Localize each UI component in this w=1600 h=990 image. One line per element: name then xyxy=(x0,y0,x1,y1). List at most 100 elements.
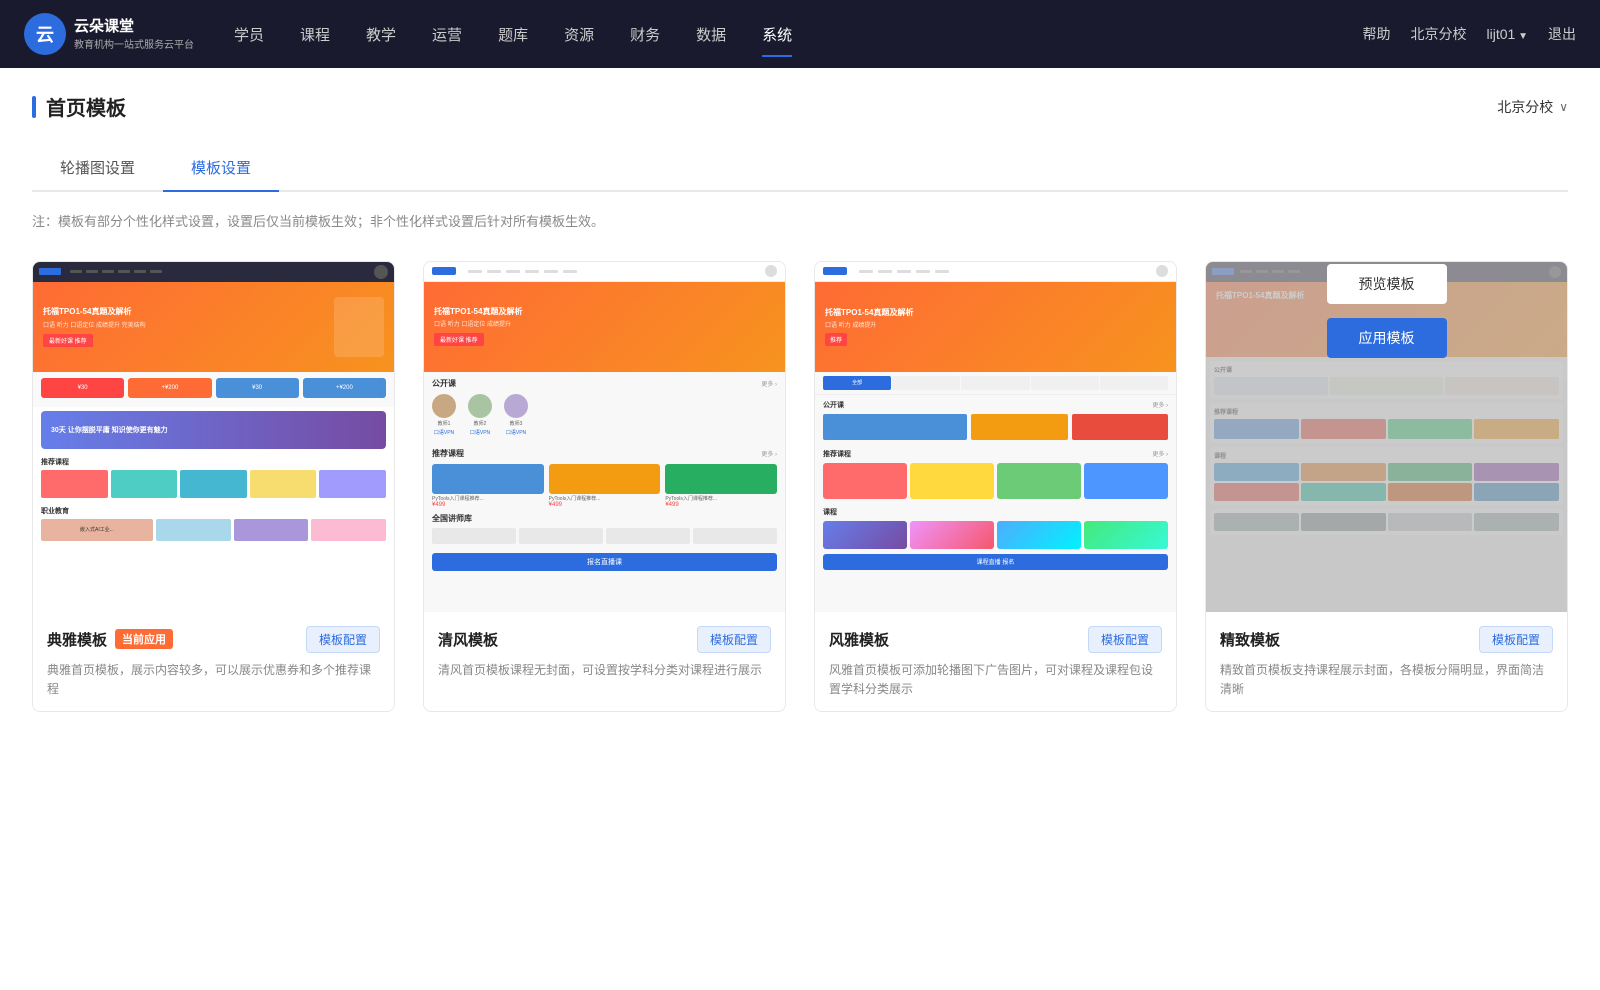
t3-nav-links xyxy=(859,270,949,273)
logo-main-text: 云朵课堂 xyxy=(74,18,194,36)
t1-rec-card xyxy=(319,470,386,498)
t2-avatar xyxy=(765,265,777,277)
nav-item-courses[interactable]: 课程 xyxy=(300,20,330,49)
t2-lec-card xyxy=(432,528,516,544)
t1-banner: 托福TPO1-54真题及解析 口语 听力 口语定位 成绩提升 完美结构 最新好课… xyxy=(33,282,394,372)
t3-tab-active: 全部 xyxy=(823,376,891,390)
t4-pub-row xyxy=(1214,377,1559,395)
template-2-name-row: 清风模板 模板配置 xyxy=(438,626,771,653)
template-4-apply-btn[interactable]: 应用模板 xyxy=(1327,318,1447,358)
template-2-config-btn[interactable]: 模板配置 xyxy=(697,626,771,653)
t1-logo xyxy=(39,268,61,275)
template-1-footer: 典雅模板 当前应用 模板配置 典雅首页模板，展示内容较多，可以展示优惠券和多个推… xyxy=(33,612,394,711)
template-3-config-btn[interactable]: 模板配置 xyxy=(1088,626,1162,653)
t1-banner-btn: 最新好课 推荐 xyxy=(43,334,93,347)
t2-nav-link xyxy=(506,270,520,273)
template-3-name-text: 风雅模板 xyxy=(829,629,889,650)
template-1-name-row: 典雅模板 当前应用 模板配置 xyxy=(47,626,380,653)
nav-branch[interactable]: 北京分校 xyxy=(1411,24,1467,44)
t3-pub-more: 更多 › xyxy=(1152,400,1168,409)
t3-avatar xyxy=(1156,265,1168,277)
t3-pub-hdr: 公开课 更多 › xyxy=(823,400,1168,410)
nav-logout[interactable]: 退出 xyxy=(1548,24,1576,44)
template-4-config-btn[interactable]: 模板配置 xyxy=(1479,626,1553,653)
nav-item-resources[interactable]: 资源 xyxy=(564,20,594,49)
template-4-desc: 精致首页模板支持课程展示封面，各模板分隔明显，界面简洁清晰 xyxy=(1220,661,1553,699)
t3-rec-hdr: 推荐课程 更多 › xyxy=(823,449,1168,459)
t3-rec-title: 推荐课程 xyxy=(823,449,851,459)
template-4-name-text: 精致模板 xyxy=(1220,629,1280,650)
t3-course-card xyxy=(997,521,1081,549)
t4-extra-item xyxy=(1301,513,1386,531)
t2-rec-price: ¥499 xyxy=(549,502,661,508)
t2-rec-row: PyTools入门课程推荐... ¥499 PyTools入门课程推荐... ¥… xyxy=(432,464,777,509)
t1-coupon-text: +¥200 xyxy=(336,385,353,391)
t1-rec-card xyxy=(180,470,247,498)
t2-rec-course: PyTools入门课程推荐... ¥499 xyxy=(432,464,544,509)
nav-item-finance[interactable]: 财务 xyxy=(630,20,660,49)
template-2-name-text: 清风模板 xyxy=(438,629,498,650)
t1-nav-links xyxy=(70,270,162,273)
t2-nav-link xyxy=(468,270,482,273)
t4-course-item xyxy=(1301,483,1386,501)
t3-banner: 托福TPO1-54真题及解析 口语 听力 成绩提升 推荐 xyxy=(815,282,1176,372)
tab-template[interactable]: 模板设置 xyxy=(163,145,279,192)
t2-banner-sub: 口语 听力 口语定位 成绩提升 xyxy=(434,319,522,328)
t2-recommend-section: 推荐课程 更多 › PyTools入门课程推荐... ¥499 PyTools入… xyxy=(424,448,785,514)
tab-carousel[interactable]: 轮播图设置 xyxy=(32,145,163,192)
t4-pub-card xyxy=(1445,377,1559,395)
template-3-preview: 托福TPO1-54真题及解析 口语 听力 成绩提升 推荐 全部 xyxy=(815,262,1176,612)
t2-rec-course: PyTools入门课程推荐... ¥499 xyxy=(665,464,777,509)
nav-item-system[interactable]: 系统 xyxy=(762,20,792,49)
t2-rec-title: 推荐课程 xyxy=(432,448,464,459)
t2-nav-link xyxy=(544,270,558,273)
t4-extra-item xyxy=(1214,513,1299,531)
template-3-footer: 风雅模板 模板配置 风雅首页模板可添加轮播图下广告图片，可对课程及课程包设置学科… xyxy=(815,612,1176,711)
t2-nav-link xyxy=(563,270,577,273)
template-4-name: 精致模板 xyxy=(1220,629,1280,650)
t1-banner2: 30天 让你摆脱平庸 知识使你更有魅力 xyxy=(41,411,386,449)
t2-nav-link xyxy=(525,270,539,273)
t1-voc-card xyxy=(234,519,309,541)
nav-item-questions[interactable]: 题库 xyxy=(498,20,528,49)
t3-course-card xyxy=(910,521,994,549)
t1-coupons: ¥30 +¥200 ¥30 +¥200 xyxy=(33,372,394,407)
t4-rec-card xyxy=(1474,419,1559,439)
nav-item-data[interactable]: 数据 xyxy=(696,20,726,49)
t2-banner-content: 托福TPO1-54真题及解析 口语 听力 口语定位 成绩提升 最新好课 推荐 xyxy=(434,306,522,347)
t4-course-item xyxy=(1388,463,1473,481)
branch-selector[interactable]: 北京分校 xyxy=(1497,97,1568,117)
t4-course-item xyxy=(1388,483,1473,501)
t3-pub-main xyxy=(823,414,967,440)
template-3-desc: 风雅首页模板可添加轮播图下广告图片，可对课程及课程包设置学科分类展示 xyxy=(829,661,1162,699)
t1-nav-link xyxy=(118,270,130,273)
t2-teacher-course: 口语VPN xyxy=(470,429,490,436)
template-1-preview: 托福TPO1-54真题及解析 口语 听力 口语定位 成绩提升 完美结构 最新好课… xyxy=(33,262,394,612)
t2-banner-title: 托福TPO1-54真题及解析 xyxy=(434,306,522,317)
t2-nav xyxy=(424,262,785,282)
template-1-config-btn[interactable]: 模板配置 xyxy=(306,626,380,653)
top-navigation: 云 云朵课堂 教育机构一站式服务云平台 学员 课程 教学 运营 题库 资源 财务… xyxy=(0,0,1600,68)
template-4-preview-btn[interactable]: 预览模板 xyxy=(1327,264,1447,304)
t3-banner-btn: 推荐 xyxy=(825,333,847,346)
nav-user[interactable]: lijt01 xyxy=(1487,26,1528,42)
t2-rec-more: 更多 › xyxy=(761,449,777,458)
t3-tab xyxy=(1031,376,1099,390)
t1-banner2-text: 30天 让你摆脱平庸 知识使你更有魅力 xyxy=(51,425,168,435)
t2-bottom-btn: 报名直播课 xyxy=(432,553,777,571)
t3-course-card xyxy=(823,521,907,549)
t2-lec-title: 全国讲师库 xyxy=(432,513,777,524)
t1-voc-card: 嵌入式AI工业... xyxy=(41,519,153,541)
template-1-name: 典雅模板 当前应用 xyxy=(47,629,173,650)
nav-item-operations[interactable]: 运营 xyxy=(432,20,462,49)
nav-help[interactable]: 帮助 xyxy=(1363,24,1391,44)
template-card-refined: 托福TPO1-54真题及解析 公开课 推荐课程 xyxy=(1205,261,1568,712)
t1-voc-title: 职业教育 xyxy=(41,506,386,516)
t4-extra-item xyxy=(1388,513,1473,531)
nav-item-teaching[interactable]: 教学 xyxy=(366,20,396,49)
logo: 云 云朵课堂 教育机构一站式服务云平台 xyxy=(24,13,194,55)
t1-banner-content: 托福TPO1-54真题及解析 口语 听力 口语定位 成绩提升 完美结构 最新好课… xyxy=(43,306,326,348)
t4-course-title: 课程 xyxy=(1214,451,1559,460)
nav-item-students[interactable]: 学员 xyxy=(234,20,264,49)
t3-link xyxy=(878,270,892,273)
